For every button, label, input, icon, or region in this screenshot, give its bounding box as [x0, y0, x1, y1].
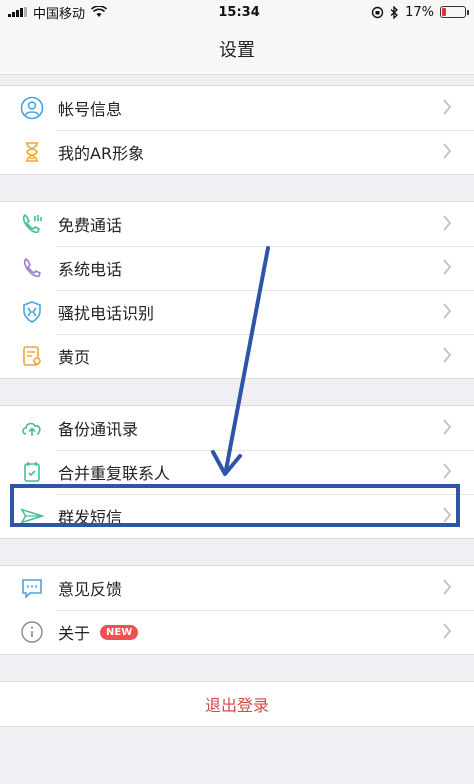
chevron-right-icon	[443, 143, 452, 159]
chevron-right-icon	[443, 579, 452, 595]
status-bar: 中国移动 15:34 17%	[0, 0, 474, 24]
cloud-upload-icon	[20, 416, 44, 440]
settings-row-system-phone[interactable]: 系统电话	[0, 246, 474, 290]
clock: 15:34	[218, 4, 260, 20]
free-call-icon	[20, 212, 44, 236]
yellow-pages-icon	[20, 344, 44, 368]
shield-phone-icon	[20, 300, 44, 324]
chevron-right-icon	[443, 303, 452, 319]
wifi-icon	[91, 6, 108, 17]
merge-contacts-icon	[20, 460, 44, 484]
phone-icon	[20, 256, 44, 280]
chevron-right-icon	[443, 347, 452, 363]
row-label: 关于	[58, 624, 91, 643]
settings-row-account[interactable]: 帐号信息	[0, 86, 474, 130]
carrier-label: 中国移动	[33, 6, 86, 22]
page-title: 设置	[219, 40, 255, 61]
chevron-right-icon	[443, 215, 452, 231]
row-label: 免费通话	[58, 216, 123, 235]
settings-row-about[interactable]: 关于 NEW	[0, 610, 474, 654]
settings-row-backup-contacts[interactable]: 备份通讯录	[0, 406, 474, 450]
hourglass-icon	[20, 140, 44, 164]
new-badge: NEW	[100, 624, 139, 640]
info-icon	[20, 620, 44, 644]
chevron-right-icon	[443, 623, 452, 639]
cell-signal-icon	[8, 7, 27, 17]
row-label: 系统电话	[58, 260, 123, 279]
settings-row-yellow-pages[interactable]: 黄页	[0, 334, 474, 378]
feedback-icon	[20, 576, 44, 600]
highlight-box	[10, 484, 460, 527]
row-label: 备份通讯录	[58, 420, 139, 439]
nav-bar: 设置	[0, 24, 474, 75]
about-group: 意见反馈 关于 NEW	[0, 565, 474, 655]
row-label: 我的AR形象	[58, 144, 145, 163]
settings-row-free-call[interactable]: 免费通话	[0, 202, 474, 246]
row-label: 合并重复联系人	[58, 464, 171, 483]
chevron-right-icon	[443, 419, 452, 435]
orientation-lock-icon	[371, 6, 384, 18]
bluetooth-icon	[390, 5, 399, 19]
battery-icon	[440, 6, 469, 18]
row-label: 骚扰电话识别	[58, 304, 155, 323]
account-group: 帐号信息 我的AR形象	[0, 85, 474, 175]
battery-percent: 17%	[405, 4, 434, 20]
chevron-right-icon	[443, 463, 452, 479]
logout-button[interactable]: 退出登录	[0, 681, 474, 727]
chevron-right-icon	[443, 259, 452, 275]
person-icon	[20, 96, 44, 120]
chevron-right-icon	[443, 99, 452, 115]
settings-row-spam-call-id[interactable]: 骚扰电话识别	[0, 290, 474, 334]
settings-row-ar-avatar[interactable]: 我的AR形象	[0, 130, 474, 174]
row-label: 意见反馈	[58, 580, 123, 599]
row-label: 帐号信息	[58, 100, 123, 119]
calls-group: 免费通话 系统电话 骚扰电话识别 黄页	[0, 201, 474, 379]
row-label: 黄页	[58, 348, 91, 367]
settings-row-feedback[interactable]: 意见反馈	[0, 566, 474, 610]
